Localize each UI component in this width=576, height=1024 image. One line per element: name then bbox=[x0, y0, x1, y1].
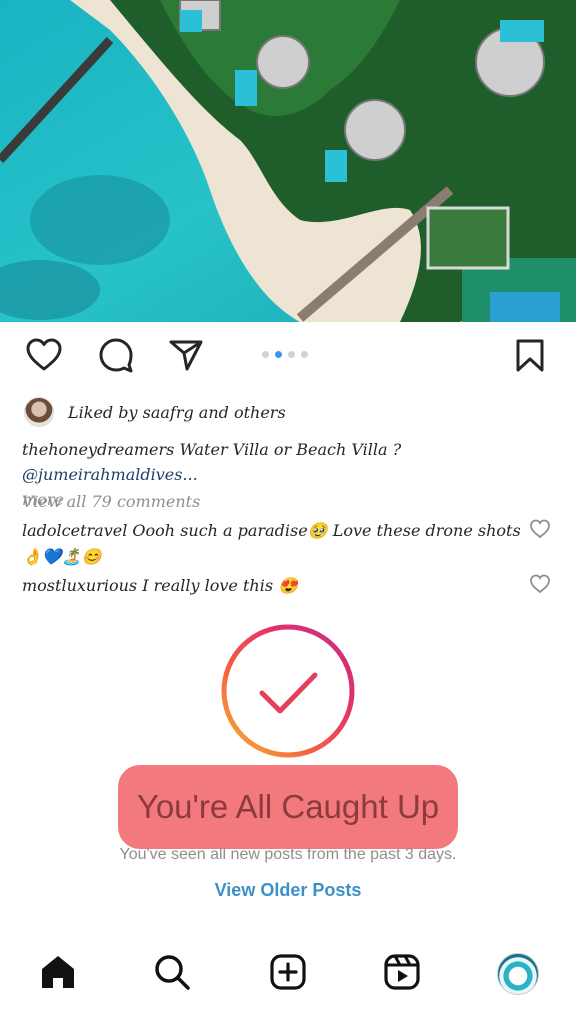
reels-icon bbox=[383, 953, 421, 995]
aerial-resort-photo bbox=[0, 0, 576, 322]
liker-avatar bbox=[24, 397, 54, 427]
carousel-dot bbox=[262, 351, 269, 358]
comment-item: ladolcetravel Oooh such a paradise🥹 Love… bbox=[22, 518, 522, 570]
save-button[interactable] bbox=[510, 337, 550, 377]
share-icon bbox=[168, 338, 204, 376]
carousel-indicator bbox=[262, 351, 308, 358]
nav-home-button[interactable] bbox=[36, 952, 80, 996]
likes-summary[interactable]: Liked by saafrg and others bbox=[24, 397, 286, 427]
comment-button[interactable] bbox=[96, 337, 136, 377]
heart-icon bbox=[25, 338, 63, 376]
search-icon bbox=[153, 953, 191, 995]
comment-like-heart-icon[interactable] bbox=[529, 574, 551, 596]
like-button[interactable] bbox=[24, 337, 64, 377]
caught-up-subtitle: You've seen all new posts from the past … bbox=[119, 846, 457, 863]
home-icon bbox=[38, 952, 78, 996]
view-all-comments-link[interactable]: View all 79 comments bbox=[22, 492, 200, 511]
carousel-dot bbox=[301, 351, 308, 358]
view-older-posts-link[interactable]: View Older Posts bbox=[0, 880, 576, 901]
comment-like-heart-icon[interactable] bbox=[529, 519, 551, 541]
caption-username[interactable]: thehoneydreamers bbox=[22, 440, 174, 459]
caption-text: Water Villa or Beach Villa ? bbox=[174, 440, 402, 459]
comment-icon bbox=[98, 337, 134, 377]
caption-mention[interactable]: @jumeirahmaldives... bbox=[22, 465, 198, 484]
new-post-icon bbox=[269, 953, 307, 995]
caught-up-check-icon bbox=[220, 623, 356, 759]
caught-up-title: You're All Caught Up bbox=[136, 788, 440, 825]
carousel-dot-active bbox=[275, 351, 282, 358]
share-button[interactable] bbox=[166, 337, 206, 377]
nav-search-button[interactable] bbox=[150, 952, 194, 996]
liked-by-text: Liked by saafrg and others bbox=[68, 402, 286, 422]
nav-profile-button[interactable] bbox=[496, 952, 540, 996]
nav-new-post-button[interactable] bbox=[266, 952, 310, 996]
profile-avatar bbox=[497, 953, 539, 995]
post-image[interactable] bbox=[0, 0, 576, 322]
nav-reels-button[interactable] bbox=[380, 952, 424, 996]
comment-item: mostluxurious I really love this 😍 bbox=[22, 573, 522, 599]
comment-username[interactable]: mostluxurious bbox=[22, 576, 137, 595]
bookmark-icon bbox=[515, 338, 545, 376]
bottom-navigation bbox=[0, 930, 576, 1024]
carousel-dot bbox=[288, 351, 295, 358]
comment-username[interactable]: ladolcetravel bbox=[22, 521, 127, 540]
comment-text: I really love this 😍 bbox=[137, 576, 299, 595]
